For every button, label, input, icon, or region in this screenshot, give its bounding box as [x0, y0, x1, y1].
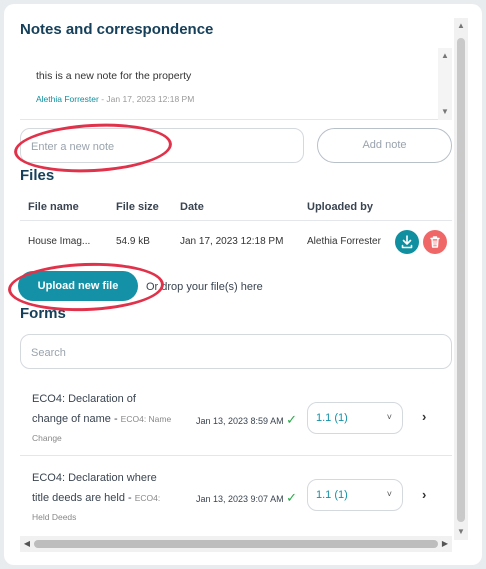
form-title[interactable]: ECO4: Declaration where title deeds are …: [32, 468, 192, 526]
file-date: Jan 17, 2023 12:18 PM: [180, 236, 284, 247]
table-divider: [20, 220, 452, 221]
scroll-up-icon[interactable]: ▲: [454, 20, 468, 32]
chevron-down-icon: ˅: [386, 489, 392, 499]
chevron-right-icon[interactable]: ›: [422, 487, 426, 502]
col-file-size[interactable]: File size: [116, 201, 159, 213]
form-date-text: Jan 13, 2023 9:07 AM: [196, 494, 284, 504]
col-file-name[interactable]: File name: [28, 201, 79, 213]
add-note-button[interactable]: Add note: [317, 128, 452, 163]
form-desc-line1: ECO4:: [134, 493, 161, 503]
form-date: Jan 13, 2023 8:59 AM ✓: [196, 412, 297, 428]
note-text: this is a new note for the property: [36, 70, 192, 82]
version-select[interactable]: 1.1 (1) ˅: [307, 479, 403, 511]
scroll-thumb[interactable]: [457, 38, 465, 522]
file-name[interactable]: House Imag...: [28, 236, 90, 247]
scroll-up-icon[interactable]: ▲: [438, 50, 452, 62]
check-icon: ✓: [286, 490, 297, 505]
notes-list: this is a new note for the property Alet…: [20, 48, 452, 120]
file-size: 54.9 kB: [116, 236, 150, 247]
version-value: 1.1 (1): [316, 412, 348, 424]
form-desc-line2: Change: [32, 433, 62, 443]
vertical-scrollbar[interactable]: ▲ ▼: [454, 18, 468, 540]
version-value: 1.1 (1): [316, 489, 348, 501]
notes-scrollbar[interactable]: ▲ ▼: [438, 48, 452, 120]
note-meta: Alethia Forrester - Jan 17, 2023 12:18 P…: [36, 94, 194, 104]
notes-files-forms-panel: Notes and correspondence this is a new n…: [4, 4, 482, 565]
download-icon: [401, 235, 413, 249]
form-title-line1: ECO4: Declaration of: [32, 393, 136, 405]
form-desc-line2: Held Deeds: [32, 512, 77, 522]
chevron-down-icon: ˅: [386, 412, 392, 422]
horizontal-scrollbar[interactable]: ◀ ▶: [20, 536, 452, 552]
scroll-right-icon[interactable]: ▶: [438, 536, 452, 552]
file-uploader: Alethia Forrester: [307, 236, 381, 247]
form-divider: [20, 455, 452, 456]
form-title-line1: ECO4: Declaration where: [32, 472, 157, 484]
scroll-left-icon[interactable]: ◀: [20, 536, 34, 552]
form-title-line2: change of name: [32, 413, 111, 425]
trash-icon: [430, 236, 440, 248]
note-author[interactable]: Alethia Forrester: [36, 94, 99, 104]
form-desc-line1: ECO4: Name: [120, 414, 172, 424]
notes-title: Notes and correspondence: [20, 21, 214, 38]
col-uploaded-by[interactable]: Uploaded by: [307, 201, 373, 213]
forms-search-input[interactable]: Search: [20, 334, 452, 369]
download-button[interactable]: [395, 230, 419, 254]
scroll-thumb[interactable]: [34, 540, 438, 548]
col-date[interactable]: Date: [180, 201, 204, 213]
chevron-right-icon[interactable]: ›: [422, 409, 426, 424]
version-select[interactable]: 1.1 (1) ˅: [307, 402, 403, 434]
form-title-line2: title deeds are held: [32, 492, 125, 504]
check-icon: ✓: [286, 412, 297, 427]
form-date: Jan 13, 2023 9:07 AM ✓: [196, 490, 297, 506]
annotation-circle: [7, 260, 165, 314]
scroll-down-icon[interactable]: ▼: [454, 526, 468, 538]
scroll-down-icon[interactable]: ▼: [438, 106, 452, 118]
form-title[interactable]: ECO4: Declaration of change of name - EC…: [32, 389, 192, 447]
form-date-text: Jan 13, 2023 8:59 AM: [196, 416, 284, 426]
delete-button[interactable]: [423, 230, 447, 254]
note-date: - Jan 17, 2023 12:18 PM: [101, 94, 195, 104]
